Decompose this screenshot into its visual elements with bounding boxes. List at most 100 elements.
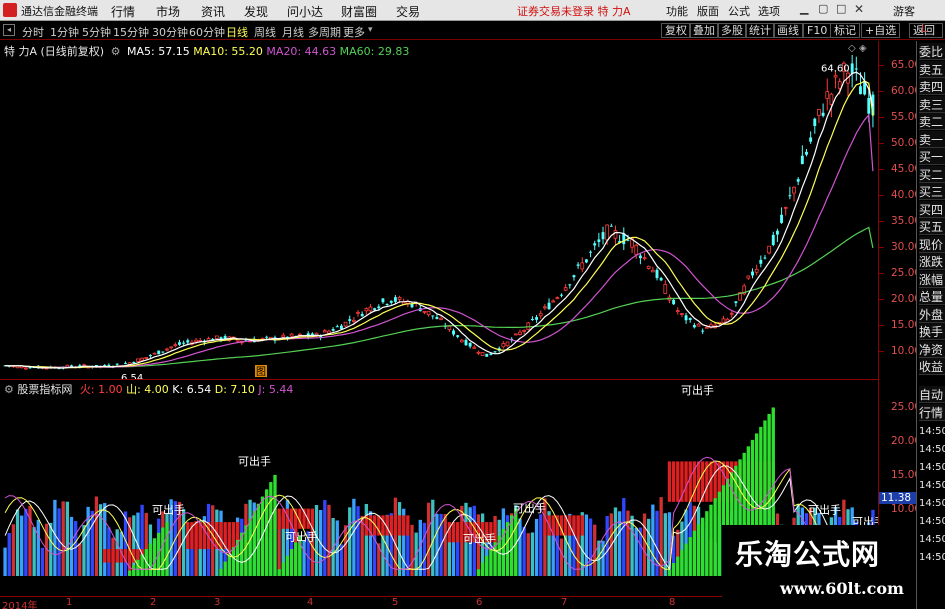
green-signal-bar (680, 550, 684, 576)
candle-body (422, 310, 427, 313)
side-tab[interactable]: 委比 (919, 43, 945, 60)
candle-body (148, 354, 152, 357)
side-tab[interactable]: 卖三 (919, 95, 945, 113)
period-more[interactable]: 更多 (343, 24, 365, 40)
menu-gongshi[interactable]: 公式 (728, 3, 750, 19)
site-watermark: 乐淘公式网 www.60lt.com (722, 525, 916, 609)
red-signal-bar (227, 522, 231, 550)
red-signal-bar (667, 461, 672, 502)
main-kline-chart[interactable]: 64.606.54图 (0, 41, 878, 380)
red-signal-bar (111, 549, 115, 563)
side-tab[interactable]: 买一 (919, 148, 945, 165)
side-tab[interactable]: 卖四 (919, 78, 945, 95)
candle-body (817, 109, 821, 116)
candle-body (132, 361, 136, 364)
menu-xuanxiang[interactable]: 选项 (758, 3, 780, 19)
menu-banmian[interactable]: 版面 (697, 3, 719, 19)
candle-body (439, 317, 443, 320)
base-bar (605, 516, 609, 576)
side-tab[interactable]: 卖二 (919, 113, 945, 130)
menu-zixun[interactable]: 资讯 (201, 3, 225, 20)
nav-left-icon[interactable]: ◂ (3, 24, 15, 36)
period-30min[interactable]: 30分钟 (152, 24, 188, 40)
menu-hangqing[interactable]: 行情 (111, 3, 135, 20)
side-tab[interactable]: 涨跌 (919, 253, 945, 270)
base-bar (655, 510, 659, 576)
tool-fuquan[interactable]: 复权 (661, 23, 691, 38)
candle-body (493, 351, 497, 353)
tool-diejia[interactable]: 叠加 (689, 23, 719, 38)
candle-body (144, 357, 149, 359)
user-guest[interactable]: 游客 (893, 3, 915, 19)
menu-caifuquan[interactable]: 财富圈 (341, 3, 377, 20)
green-signal-bar (148, 543, 153, 576)
side-tab[interactable]: 涨幅 (919, 270, 945, 288)
base-bar (40, 547, 45, 576)
side-tab[interactable]: 买二 (919, 165, 945, 183)
green-signal-bar (705, 511, 709, 576)
candle-body (194, 339, 198, 343)
period-daily[interactable]: 日线 (226, 24, 248, 40)
period-monthly[interactable]: 月线 (282, 24, 304, 40)
window-restore-icon[interactable]: ▢ (818, 2, 828, 15)
green-signal-bar (676, 556, 680, 576)
period-5min[interactable]: 5分钟 (82, 24, 111, 40)
candle-body (813, 118, 817, 126)
menu-shichang[interactable]: 市场 (156, 3, 180, 20)
tool-tongji[interactable]: 统计 (745, 23, 775, 38)
candle-body (364, 308, 369, 312)
candle-body (704, 326, 709, 329)
side-tab[interactable]: 买三 (919, 183, 945, 200)
side-tab[interactable]: 净资 (919, 340, 945, 358)
candle-body (551, 300, 556, 303)
tick-time: 14:50 (919, 480, 945, 491)
green-signal-bar (152, 538, 157, 576)
side-tab[interactable]: 外盘 (919, 305, 945, 323)
tool-duogu[interactable]: 多股 (717, 23, 747, 38)
candle-body (124, 362, 127, 364)
menu-faxian[interactable]: 发现 (244, 3, 268, 20)
side-tab[interactable]: 卖一 (919, 130, 945, 148)
candle-body (356, 311, 360, 314)
period-15min[interactable]: 15分钟 (113, 24, 149, 40)
menu-wenxiaoda[interactable]: 问小达 (287, 3, 323, 20)
period-weekly[interactable]: 周线 (254, 24, 276, 40)
window-maximize-icon[interactable]: □ (836, 2, 846, 15)
base-bar (49, 522, 53, 576)
window-minimize-icon[interactable]: ▁ (800, 2, 808, 15)
green-signal-bar (476, 569, 481, 576)
period-multi[interactable]: 多周期 (308, 24, 341, 40)
menu-jiaoyi[interactable]: 交易 (396, 3, 420, 20)
side-tab[interactable]: 买五 (919, 218, 945, 235)
base-bar (410, 524, 414, 576)
tool-biaoji[interactable]: 标记 (830, 23, 860, 38)
menu-gongneng[interactable]: 功能 (666, 3, 688, 19)
side-tab[interactable]: 现价 (919, 235, 945, 253)
chevron-down-icon[interactable]: ▾ (368, 25, 373, 35)
candle-body (650, 269, 655, 273)
side-tab[interactable]: 卖五 (919, 60, 945, 78)
candle-body (501, 343, 506, 348)
candle-body (368, 306, 373, 312)
period-1min[interactable]: 1分钟 (50, 24, 79, 40)
window-close-icon[interactable]: ✕ (854, 2, 864, 16)
tool-zixuan[interactable]: +自选 (861, 23, 901, 38)
time-tick: 1 (66, 597, 73, 608)
side-tab[interactable]: 换手 (919, 323, 945, 340)
green-signal-bar (219, 568, 223, 576)
red-signal-bar (676, 461, 680, 502)
base-bar (559, 538, 564, 576)
side-lower-tab[interactable]: 行情 (919, 404, 945, 421)
side-tab[interactable]: 买四 (919, 200, 945, 218)
red-signal-bar (576, 515, 580, 536)
period-fenshi[interactable]: 分时 (22, 24, 44, 40)
tool-f10[interactable]: F10 (803, 23, 832, 38)
side-tab[interactable]: 收益 (919, 358, 945, 375)
period-60min[interactable]: 60分钟 (189, 24, 225, 40)
green-signal-bar (231, 547, 236, 576)
candle-body (659, 278, 663, 281)
side-tab[interactable]: 总量 (919, 288, 945, 305)
candle-body (589, 251, 593, 253)
tool-huaxian[interactable]: 画线 (773, 23, 803, 38)
side-lower-tab[interactable]: 自动 (919, 386, 945, 403)
